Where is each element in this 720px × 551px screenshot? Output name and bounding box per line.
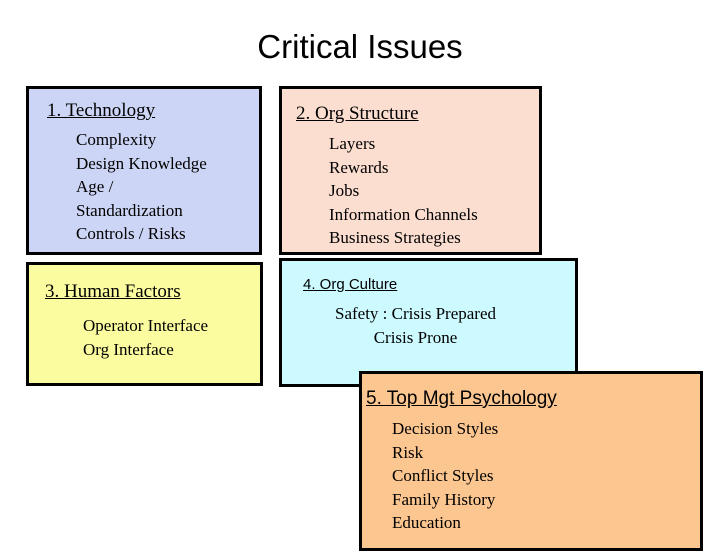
list-item: Operator Interface: [83, 316, 209, 335]
list-item: Safety : Crisis Prepared: [335, 304, 496, 323]
box-org-culture[interactable]: 4. Org Culture Safety : Crisis Prepared …: [279, 258, 578, 387]
list-item: Conflict Styles: [392, 466, 494, 485]
slide-canvas: Critical Issues 1. Technology Complexity…: [0, 0, 720, 551]
list-item: Complexity: [76, 130, 157, 149]
list-item: Education: [392, 513, 461, 532]
box-technology-list: Complexity Design Knowledge Age / Standa…: [76, 128, 207, 246]
box-org-culture-list: Safety : Crisis Prepared Crisis Prone: [282, 302, 575, 349]
list-item: Rewards: [329, 157, 389, 177]
list-item: Decision Styles: [392, 419, 499, 438]
box-org-structure-title: 2. Org Structure: [296, 103, 419, 124]
box-org-culture-title: 4. Org Culture: [303, 276, 398, 293]
list-item: Jobs: [329, 181, 360, 200]
box-human-factors-header: 3. Human Factors: [45, 280, 181, 304]
list-item: Org Interface: [83, 339, 174, 359]
box-top-mgt-psychology[interactable]: 5. Top Mgt Psychology Decision Styles Ri…: [359, 371, 703, 551]
box-top-mgt-list: Decision Styles Risk Conflict Styles Fam…: [392, 417, 498, 535]
box-technology[interactable]: 1. Technology Complexity Design Knowledg…: [26, 86, 262, 255]
list-item: Crisis Prone: [373, 327, 458, 347]
box-top-mgt-title: 5. Top Mgt Psychology: [366, 388, 557, 409]
box-human-factors[interactable]: 3. Human Factors Operator Interface Org …: [26, 262, 263, 386]
box-human-factors-title: 3. Human Factors: [45, 281, 181, 302]
box-org-culture-header: 4. Org Culture: [303, 275, 397, 295]
list-item: Risk: [392, 442, 424, 462]
list-item: Layers: [329, 134, 376, 153]
page-title: Critical Issues: [257, 28, 463, 65]
box-top-mgt-header: 5. Top Mgt Psychology: [366, 386, 557, 411]
box-org-structure[interactable]: 2. Org Structure Layers Rewards Jobs Inf…: [279, 86, 542, 255]
list-item: Family History: [392, 489, 496, 509]
list-item: Information Channels: [329, 204, 478, 224]
box-technology-title: 1. Technology: [47, 100, 156, 121]
list-item: Business Strategies: [329, 228, 461, 247]
box-human-factors-list: Operator Interface Org Interface: [83, 314, 208, 361]
list-item: Age /: [76, 177, 114, 196]
list-item: Design Knowledge: [76, 153, 207, 173]
box-technology-header: 1. Technology: [47, 99, 155, 123]
list-item: Controls / Risks: [76, 224, 186, 243]
box-org-structure-list: Layers Rewards Jobs Information Channels…: [329, 132, 478, 250]
list-item: Standardization: [76, 200, 183, 220]
box-org-structure-header: 2. Org Structure: [296, 102, 419, 126]
